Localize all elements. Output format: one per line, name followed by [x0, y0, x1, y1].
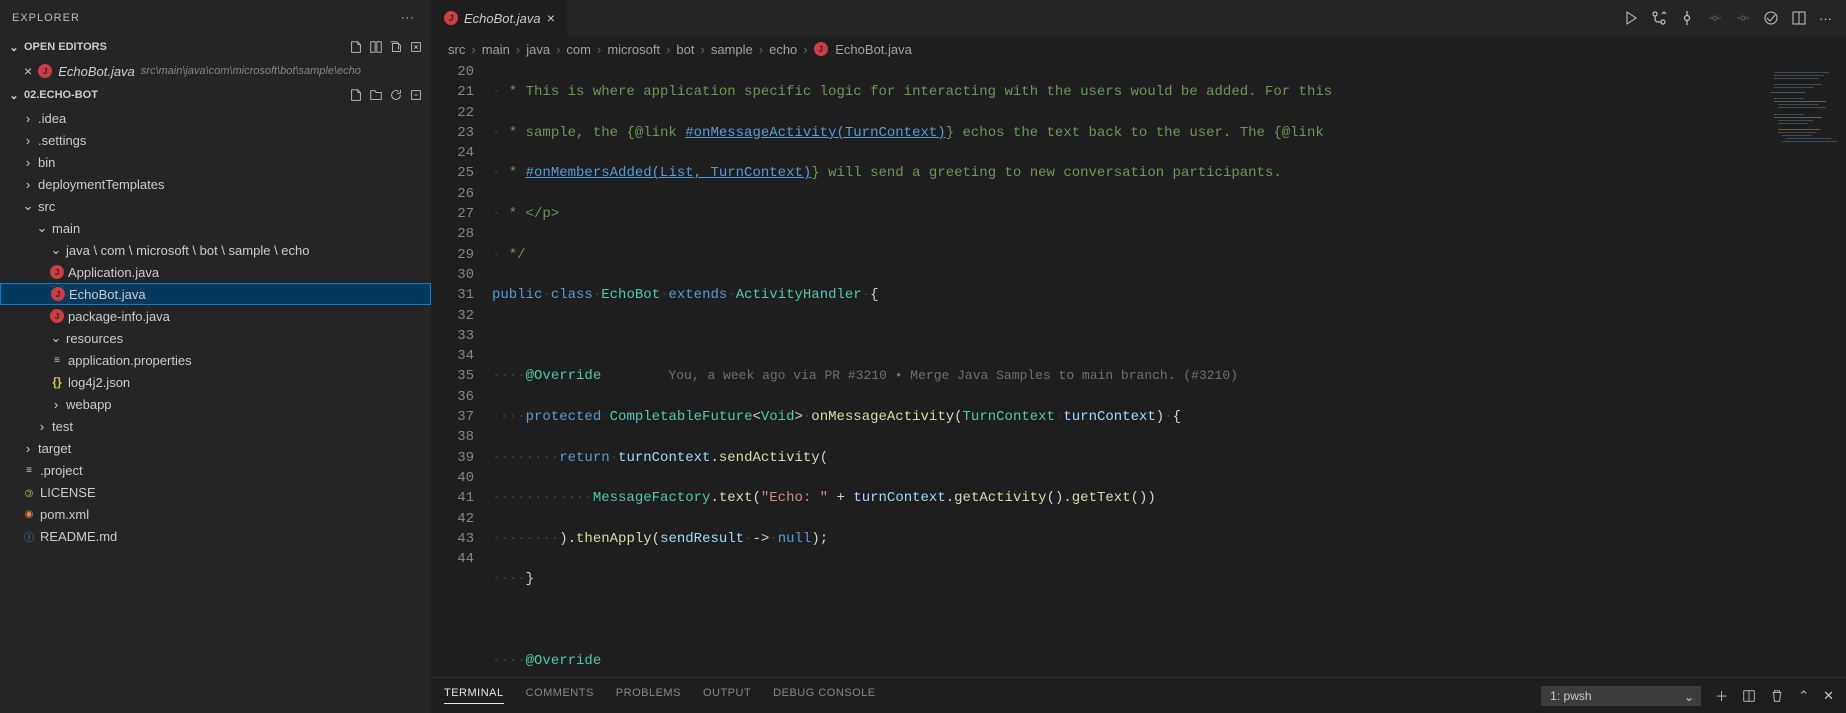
open-editor-filename: EchoBot.java: [58, 64, 135, 79]
editor-area: J EchoBot.java × ··· src› main› java› co…: [432, 0, 1846, 713]
project-title: 02.ECHO-BOT: [24, 89, 98, 101]
breadcrumbs[interactable]: src› main› java› com› microsoft› bot› sa…: [432, 36, 1846, 62]
collapse-all-icon[interactable]: [409, 88, 423, 102]
file-project[interactable]: ≡.project: [0, 459, 431, 481]
explorer-title: EXPLORER: [12, 12, 80, 24]
breadcrumb-item[interactable]: com: [566, 42, 591, 57]
breadcrumb-item[interactable]: bot: [676, 42, 694, 57]
open-preview-icon[interactable]: [1763, 10, 1779, 26]
close-tab-icon[interactable]: ×: [547, 10, 555, 26]
refresh-icon[interactable]: [389, 88, 403, 102]
close-icon[interactable]: ×: [24, 63, 32, 79]
folder-src[interactable]: ⌄src: [0, 195, 431, 217]
more-actions-icon[interactable]: ···: [397, 8, 419, 28]
compare-changes-icon[interactable]: [1651, 10, 1667, 26]
file-icon: ≡: [22, 463, 36, 477]
readme-file-icon: ⓘ: [22, 529, 36, 543]
project-header[interactable]: ⌄ 02.ECHO-BOT: [0, 83, 431, 107]
chevron-down-icon: ⌄: [8, 89, 20, 102]
maximize-panel-icon[interactable]: ⌃: [1798, 688, 1809, 704]
new-folder-icon[interactable]: [369, 88, 383, 102]
folder-target[interactable]: ›target: [0, 437, 431, 459]
tab-echobot[interactable]: J EchoBot.java ×: [432, 0, 568, 36]
folder-deployment-templates[interactable]: ›deploymentTemplates: [0, 173, 431, 195]
new-terminal-icon[interactable]: ＋: [1715, 686, 1728, 705]
explorer-header: EXPLORER ···: [0, 0, 431, 35]
java-file-icon: J: [50, 265, 64, 279]
folder-test[interactable]: ›test: [0, 415, 431, 437]
prev-change-icon[interactable]: [1707, 10, 1723, 26]
problems-tab[interactable]: PROBLEMS: [616, 687, 681, 704]
code-editor[interactable]: 20 21 22 23 24 25 26 27 28 29 30 31 32 3…: [432, 62, 1846, 677]
breadcrumb-item[interactable]: main: [482, 42, 510, 57]
new-file-icon[interactable]: [349, 40, 363, 54]
terminal-tab[interactable]: TERMINAL: [444, 687, 504, 704]
breadcrumb-file[interactable]: EchoBot.java: [835, 42, 912, 57]
terminal-panel: TERMINAL COMMENTS PROBLEMS OUTPUT DEBUG …: [432, 677, 1846, 713]
file-application-properties[interactable]: ≡application.properties: [0, 349, 431, 371]
file-application[interactable]: JApplication.java: [0, 261, 431, 283]
comments-tab[interactable]: COMMENTS: [526, 687, 594, 704]
folder-resources[interactable]: ⌄resources: [0, 327, 431, 349]
toggle-layout-icon[interactable]: [369, 40, 383, 54]
open-editors-title: OPEN EDITORS: [24, 41, 107, 53]
close-panel-icon[interactable]: ✕: [1823, 688, 1834, 704]
open-editor-item[interactable]: × J EchoBot.java src\main\java\com\micro…: [0, 59, 431, 83]
more-actions-icon[interactable]: ···: [1819, 11, 1832, 26]
breadcrumb-item[interactable]: java: [526, 42, 550, 57]
json-file-icon: {}: [50, 375, 64, 389]
file-readme[interactable]: ⓘREADME.md: [0, 525, 431, 547]
file-license[interactable]: 🄯LICENSE: [0, 481, 431, 503]
breadcrumb-item[interactable]: src: [448, 42, 465, 57]
file-pom[interactable]: ◉pom.xml: [0, 503, 431, 525]
file-echobot[interactable]: JEchoBot.java: [0, 283, 431, 305]
java-file-icon: J: [50, 309, 64, 323]
kill-terminal-icon[interactable]: [1770, 689, 1784, 703]
git-commit-icon[interactable]: [1679, 10, 1695, 26]
save-all-icon[interactable]: [389, 40, 403, 54]
open-editors-header[interactable]: ⌄ OPEN EDITORS: [0, 35, 431, 59]
file-package-info[interactable]: Jpackage-info.java: [0, 305, 431, 327]
license-file-icon: 🄯: [22, 485, 36, 499]
folder-package-path[interactable]: ⌄java \ com \ microsoft \ bot \ sample \…: [0, 239, 431, 261]
properties-file-icon: ≡: [50, 353, 64, 367]
code-lens[interactable]: You, a week ago via PR #3210 • Merge Jav…: [668, 368, 1238, 383]
gutter: 20 21 22 23 24 25 26 27 28 29 30 31 32 3…: [432, 62, 492, 677]
next-change-icon[interactable]: [1735, 10, 1751, 26]
chevron-down-icon: ⌄: [1684, 690, 1694, 704]
folder-main[interactable]: ⌄main: [0, 217, 431, 239]
tab-label: EchoBot.java: [464, 11, 541, 26]
minimap[interactable]: [1766, 62, 1846, 677]
chevron-down-icon: ⌄: [8, 41, 20, 54]
split-terminal-icon[interactable]: [1742, 689, 1756, 703]
close-all-icon[interactable]: [409, 40, 423, 54]
code-content[interactable]: · * This is where application specific l…: [492, 62, 1766, 677]
output-tab[interactable]: OUTPUT: [703, 687, 751, 704]
folder-bin[interactable]: ›bin: [0, 151, 431, 173]
debug-console-tab[interactable]: DEBUG CONSOLE: [773, 687, 875, 704]
file-log4j2[interactable]: {}log4j2.json: [0, 371, 431, 393]
explorer-sidebar: EXPLORER ··· ⌄ OPEN EDITORS × J EchoBot.…: [0, 0, 432, 713]
file-tree: ›.idea ›.settings ›bin ›deploymentTempla…: [0, 107, 431, 713]
breadcrumb-item[interactable]: sample: [711, 42, 753, 57]
java-file-icon: J: [38, 64, 52, 78]
split-editor-icon[interactable]: [1791, 10, 1807, 26]
java-file-icon: J: [51, 287, 65, 301]
folder-idea[interactable]: ›.idea: [0, 107, 431, 129]
java-file-icon: J: [444, 11, 458, 25]
open-editor-path: src\main\java\com\microsoft\bot\sample\e…: [141, 65, 361, 77]
tab-bar: J EchoBot.java × ···: [432, 0, 1846, 36]
run-icon[interactable]: [1623, 10, 1639, 26]
folder-webapp[interactable]: ›webapp: [0, 393, 431, 415]
xml-file-icon: ◉: [22, 507, 36, 521]
java-file-icon: J: [814, 42, 828, 56]
breadcrumb-item[interactable]: microsoft: [607, 42, 660, 57]
terminal-selector[interactable]: 1: pwsh ⌄: [1541, 686, 1701, 706]
breadcrumb-item[interactable]: echo: [769, 42, 797, 57]
folder-settings[interactable]: ›.settings: [0, 129, 431, 151]
new-file-icon[interactable]: [349, 88, 363, 102]
